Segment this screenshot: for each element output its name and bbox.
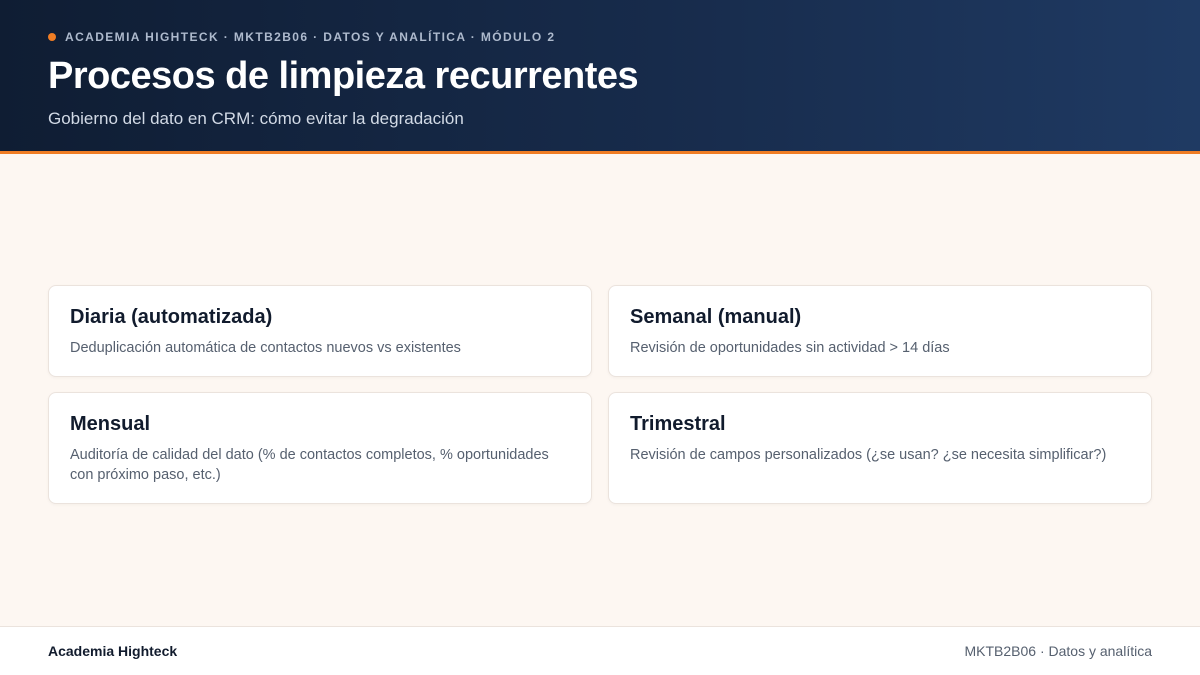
footer: Academia Highteck MKTB2B06 · Datos y ana…: [0, 626, 1200, 675]
card-weekly: Semanal (manual) Revisión de oportunidad…: [608, 285, 1152, 377]
card-description: Deduplicación automática de contactos nu…: [70, 340, 461, 356]
page-title: Procesos de limpieza recurrentes: [48, 55, 639, 97]
slide: Academia Highteck · MKTB2B06 · Datos y a…: [0, 0, 1200, 675]
header-banner: Academia Highteck · MKTB2B06 · Datos y a…: [0, 0, 1200, 154]
card-daily: Diaria (automatizada) Deduplicación auto…: [48, 285, 592, 377]
eyebrow-text: Academia Highteck · MKTB2B06 · Datos y a…: [65, 30, 556, 44]
eyebrow: Academia Highteck · MKTB2B06 · Datos y a…: [48, 30, 555, 44]
card-monthly: Mensual Auditoría de calidad del dato (%…: [48, 392, 592, 504]
card-title: Mensual: [70, 413, 151, 435]
cleaning-process-grid: Diaria (automatizada) Deduplicación auto…: [48, 285, 1152, 504]
card-description: Revisión de oportunidades sin actividad …: [630, 340, 950, 356]
card-description: Auditoría de calidad del dato (% de cont…: [70, 447, 549, 483]
accent-dot-icon: [48, 33, 56, 41]
card-title: Diaria (automatizada): [70, 306, 273, 328]
card-title: Semanal (manual): [630, 306, 802, 328]
footer-brand: Academia Highteck: [48, 643, 178, 659]
card-quarterly: Trimestral Revisión de campos personaliz…: [608, 392, 1152, 504]
card-title: Trimestral: [630, 413, 726, 435]
footer-course: MKTB2B06 · Datos y analítica: [964, 643, 1152, 659]
page-subtitle: Gobierno del dato en CRM: cómo evitar la…: [48, 109, 464, 128]
card-description: Revisión de campos personalizados (¿se u…: [630, 447, 1107, 463]
